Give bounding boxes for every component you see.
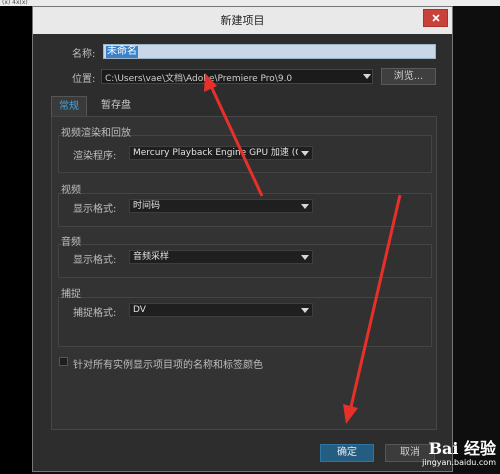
renderer-value: Mercury Playback Engine GPU 加速 (OpenCL): [133, 148, 298, 158]
name-value: 未命名: [106, 46, 138, 58]
show-label-colors-checkbox[interactable]: [59, 357, 68, 366]
video-section-title: 视频: [61, 185, 81, 196]
video-format-value: 时间码: [133, 201, 161, 211]
audio-format-dropdown[interactable]: 音频采样: [129, 250, 313, 264]
location-path-field[interactable]: C:\Users\vae\文档\Adobe\Premiere Pro\9.0: [101, 69, 373, 84]
new-project-dialog: 新建项目 名称: 未命名 位置: C:\Users\vae\文档\Adobe\P…: [32, 6, 453, 472]
audio-section-title: 音频: [61, 237, 81, 248]
capture-format-dropdown[interactable]: DV: [129, 303, 313, 317]
capture-format-label: 捕捉格式:: [73, 308, 117, 319]
audio-section: 音频 显示格式: 音频采样: [58, 237, 432, 278]
render-section-title: 视频渲染和回放: [61, 128, 131, 139]
name-input[interactable]: 未命名: [103, 44, 436, 59]
capture-section: 捕捉 捕捉格式: DV: [58, 289, 432, 347]
video-format-label: 显示格式:: [73, 204, 117, 215]
show-label-colors-label: 针对所有实例显示项目项的名称和标签颜色: [73, 360, 263, 371]
baidu-watermark: Bai 经验 jingyan.baidu.com: [422, 440, 496, 468]
close-button[interactable]: [423, 9, 448, 27]
watermark-url: jingyan.baidu.com: [422, 458, 496, 467]
tab-general[interactable]: 常规: [51, 96, 87, 116]
tab-scratch-disks[interactable]: 暂存盘: [95, 96, 137, 116]
location-label: 位置:: [72, 74, 96, 85]
close-icon: [431, 14, 440, 22]
video-section: 视频 显示格式: 时间码: [58, 185, 432, 227]
browse-button[interactable]: 浏览...: [381, 68, 436, 85]
audio-format-label: 显示格式:: [73, 255, 117, 266]
location-path-value: C:\Users\vae\文档\Adobe\Premiere Pro\9.0: [105, 74, 293, 84]
render-section: 视频渲染和回放 渲染程序: Mercury Playback Engine GP…: [58, 128, 432, 173]
dialog-title: 新建项目: [220, 14, 265, 27]
ok-button[interactable]: 确定: [320, 444, 374, 462]
location-dropdown-icon[interactable]: [363, 74, 371, 79]
title-bar: 新建项目: [33, 7, 452, 34]
video-format-dropdown[interactable]: 时间码: [129, 199, 313, 213]
chevron-down-icon: [301, 255, 309, 260]
capture-format-value: DV: [133, 305, 146, 315]
chevron-down-icon: [301, 151, 309, 156]
general-panel: 视频渲染和回放 渲染程序: Mercury Playback Engine GP…: [51, 116, 437, 430]
left-sidebar: [0, 6, 32, 474]
chevron-down-icon: [301, 204, 309, 209]
renderer-dropdown[interactable]: Mercury Playback Engine GPU 加速 (OpenCL): [129, 146, 313, 160]
watermark-logo-text: Bai 经验: [428, 439, 496, 458]
renderer-label: 渲染程序:: [73, 151, 117, 162]
name-label: 名称:: [72, 49, 96, 60]
chevron-down-icon: [301, 308, 309, 313]
capture-section-title: 捕捉: [61, 289, 81, 300]
audio-format-value: 音频采样: [133, 252, 170, 262]
